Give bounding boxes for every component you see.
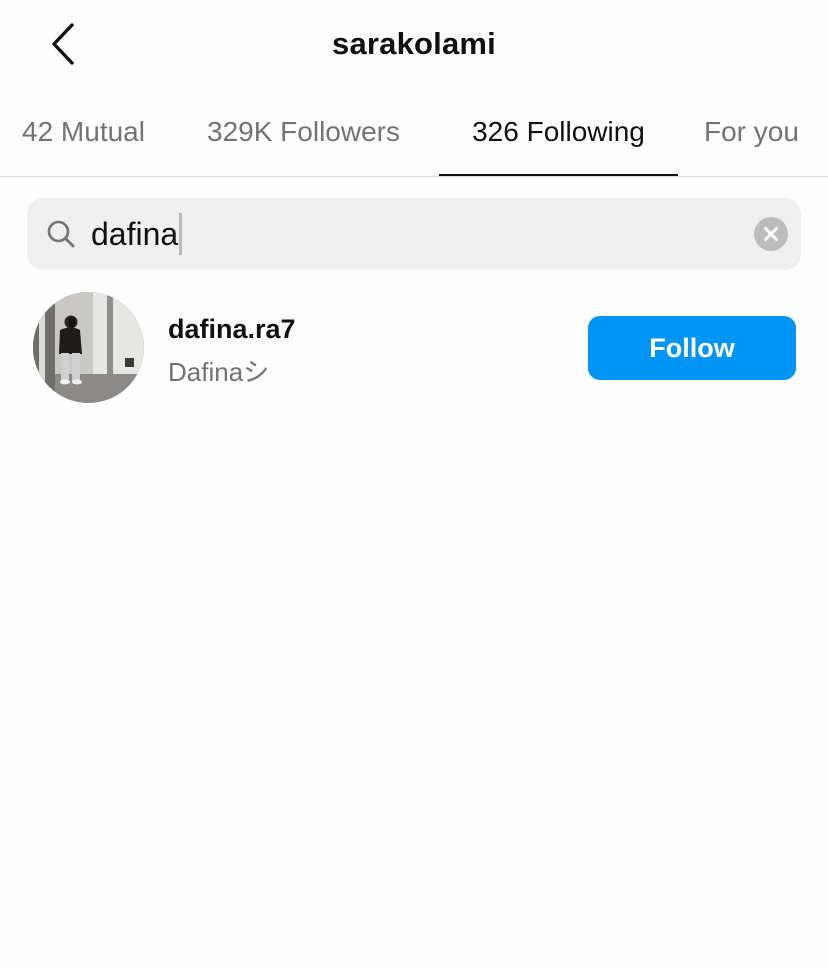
tab-followers[interactable]: 329K Followers xyxy=(207,100,400,175)
avatar[interactable] xyxy=(33,292,144,403)
header: sarakolami xyxy=(0,0,828,92)
search-input-value: dafina xyxy=(91,216,179,252)
active-tab-indicator xyxy=(439,174,678,176)
list-item[interactable]: dafina.ra7 Dafinaシ Follow xyxy=(0,288,828,408)
clear-icon xyxy=(764,227,778,241)
tab-bar: 42 Mutual 329K Followers 326 Following F… xyxy=(0,100,828,177)
avatar-photo-icon xyxy=(33,292,144,403)
text-cursor xyxy=(179,213,183,255)
tab-for-you[interactable]: For you xyxy=(704,100,799,175)
username[interactable]: dafina.ra7 xyxy=(168,314,296,345)
search-icon xyxy=(47,220,75,248)
full-name: Dafinaシ xyxy=(168,357,270,387)
tab-following[interactable]: 326 Following xyxy=(439,100,678,175)
page-title: sarakolami xyxy=(332,26,496,61)
following-screen: sarakolami 42 Mutual 329K Followers 326 … xyxy=(0,0,828,968)
search-input[interactable]: dafina xyxy=(91,212,183,256)
clear-search-button[interactable] xyxy=(754,217,788,251)
tab-mutual[interactable]: 42 Mutual xyxy=(22,100,145,175)
search-bar[interactable]: dafina xyxy=(27,198,801,270)
follow-button[interactable]: Follow xyxy=(588,316,796,380)
